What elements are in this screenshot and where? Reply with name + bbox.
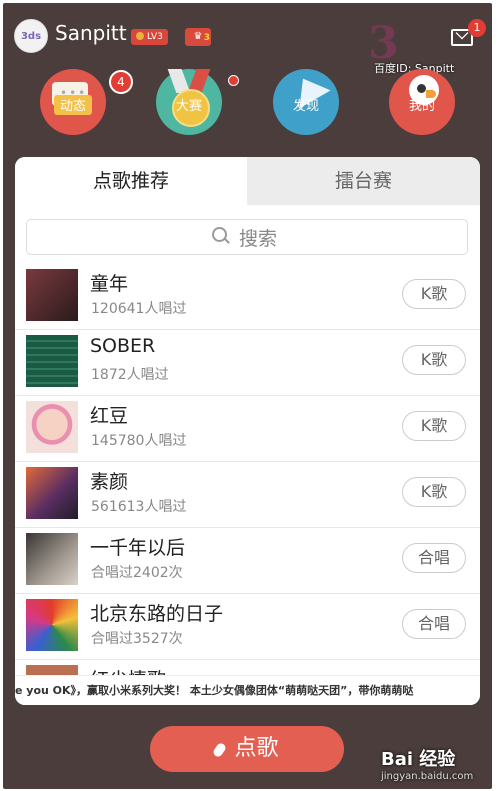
mail-badge: 1 [468,19,486,37]
song-row[interactable]: 北京东路的日子 合唱过3527次 合唱 [15,593,480,660]
chorus-button[interactable]: 合唱 [402,543,466,573]
nav-label: 大赛 [175,99,202,114]
song-title: 童年 [90,273,129,295]
song-count: 合唱过2402次 [91,565,183,581]
microphone-icon [212,741,228,759]
k-song-button[interactable]: K歌 [402,477,466,507]
search-icon [212,227,227,242]
nav-activity[interactable]: ••• 动态 [40,69,106,135]
coin-icon [136,32,144,40]
song-row[interactable]: 一千年以后 合唱过2402次 合唱 [15,527,480,594]
song-title: 素颜 [90,471,129,493]
song-row[interactable]: 红豆 145780人唱过 K歌 [15,395,480,462]
song-row[interactable]: 童年 120641人唱过 K歌 [15,263,480,330]
watermark-logo: 3 百度ID: Sanpitt [368,18,468,75]
vip-badge: ♛ 3 [185,28,211,46]
screen: 3ds Sanpitt LV3 ♛ 3 3 百度ID: Sanpitt 1 •••… [0,0,500,791]
chorus-button[interactable]: 合唱 [402,609,466,639]
announcement-ticker[interactable]: e you OK》，赢取小米系列大奖！ 本土少女偶像团体“萌萌哒天团”，带你萌萌… [15,675,480,705]
watermark-brand: Bai 经验 [381,749,456,770]
sing-label: 点歌 [234,736,279,761]
song-row[interactable]: 素颜 561613人唱过 K歌 [15,461,480,528]
nav-discover[interactable]: 发现 [273,69,339,135]
k-song-button[interactable]: K歌 [402,411,466,441]
album-thumbnail [26,269,78,321]
activity-badge: 4 [109,70,133,94]
user-name[interactable]: Sanpitt [55,21,127,45]
level-text: LV3 [147,32,163,42]
vip-level: 3 [203,33,210,43]
nav-label: 动态 [59,99,86,114]
song-title: 红豆 [90,405,129,427]
song-title: 一千年以后 [90,537,186,559]
level-badge: LV3 [131,29,168,45]
album-thumbnail [26,599,78,651]
nav-label: 我的 [408,99,435,114]
k-song-button[interactable]: K歌 [402,279,466,309]
song-count: 120641人唱过 [91,301,187,317]
user-avatar[interactable]: 3ds [14,19,48,53]
song-title: 北京东路的日子 [90,603,224,625]
crown-icon: ♛ [193,31,203,42]
sing-button[interactable]: 点歌 [150,726,344,772]
album-thumbnail [26,335,78,387]
song-count: 561613人唱过 [91,499,187,515]
avatar-text: 3ds [20,30,42,42]
album-thumbnail [26,467,78,519]
search-placeholder: 搜索 [239,228,278,250]
tab-arena[interactable]: 擂台赛 [247,157,480,205]
nav-mine[interactable]: 我的 [389,69,455,135]
song-count: 1872人唱过 [91,367,169,383]
album-thumbnail [26,401,78,453]
song-row[interactable]: SOBER 1872人唱过 K歌 [15,329,480,396]
search-input[interactable]: 搜索 [26,219,468,255]
album-thumbnail [26,533,78,585]
k-song-button[interactable]: K歌 [402,345,466,375]
baidu-watermark: Bai 经验 jingyan.baidu.com [381,745,473,782]
watermark-url: jingyan.baidu.com [381,771,474,782]
app-window: 3ds Sanpitt LV3 ♛ 3 3 百度ID: Sanpitt 1 •••… [3,3,492,789]
nav-contest[interactable]: 大赛 [156,69,222,135]
tab-recommend[interactable]: 点歌推荐 [15,157,247,205]
contest-dot [228,75,239,86]
song-count: 145780人唱过 [91,433,187,449]
song-title: SOBER [90,335,156,357]
song-count: 合唱过3527次 [91,631,183,647]
nav-label: 发现 [292,99,319,114]
song-card: 点歌推荐 擂台赛 搜索 童年 120641人唱过 K歌 SOBER 1872人唱… [15,157,480,705]
